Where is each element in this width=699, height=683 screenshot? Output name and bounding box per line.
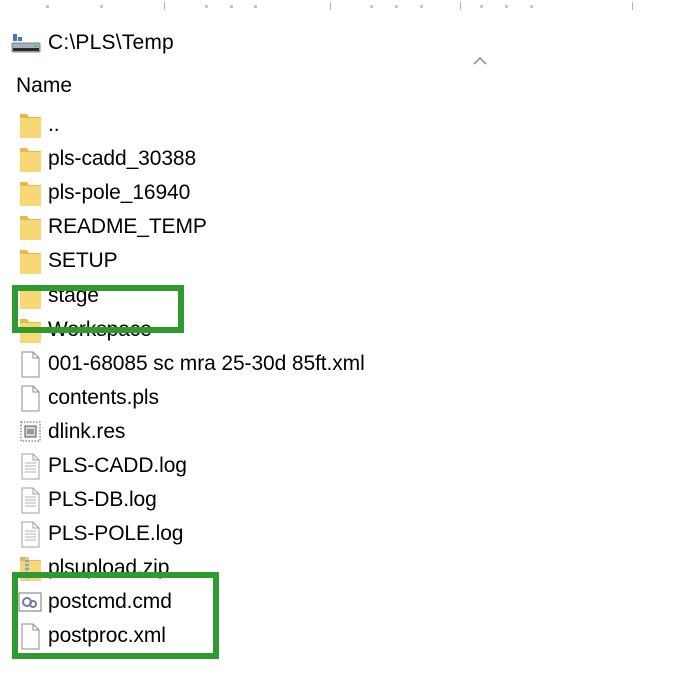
file-list-item[interactable]: PLS-POLE.log xyxy=(16,517,616,551)
item-name: 001-68085 sc mra 25-30d 85ft.xml xyxy=(48,351,365,375)
item-name: PLS-POLE.log xyxy=(48,522,184,546)
highlight-box-stage xyxy=(12,285,184,333)
address-bar[interactable]: C:\PLS\Temp xyxy=(10,26,410,60)
file-list-item[interactable]: 001-68085 sc mra 25-30d 85ft.xml xyxy=(16,347,616,381)
folder-list-item[interactable]: pls-pole_16940 xyxy=(16,176,616,210)
file-list-item[interactable]: PLS-CADD.log xyxy=(16,449,616,483)
item-name: dlink.res xyxy=(48,419,126,443)
blank-file-icon xyxy=(16,349,44,379)
folder-list-item[interactable]: SETUP xyxy=(16,244,616,278)
sort-ascending-icon[interactable] xyxy=(470,54,490,68)
text-file-icon xyxy=(16,451,44,481)
folder-icon xyxy=(16,246,44,276)
drive-icon xyxy=(10,32,42,54)
current-path: C:\PLS\Temp xyxy=(48,31,174,54)
item-name: README_TEMP xyxy=(48,215,207,239)
file-list-item[interactable]: contents.pls xyxy=(16,381,616,415)
file-list-item[interactable]: dlink.res xyxy=(16,415,616,449)
item-name: PLS-DB.log xyxy=(48,488,157,512)
folder-list-item[interactable]: pls-cadd_30388 xyxy=(16,142,616,176)
item-name: SETUP xyxy=(48,249,118,273)
name-column-header[interactable]: Name xyxy=(16,74,72,98)
folder-icon xyxy=(16,110,44,140)
file-list-item[interactable]: PLS-DB.log xyxy=(16,483,616,517)
highlight-box-zip-cmd xyxy=(12,572,219,659)
column-header-strip xyxy=(0,0,699,16)
item-name: PLS-CADD.log xyxy=(48,453,187,477)
text-file-icon xyxy=(16,519,44,549)
folder-list-item[interactable]: README_TEMP xyxy=(16,210,616,244)
resource-file-icon xyxy=(16,417,44,447)
item-name: .. xyxy=(48,113,60,137)
folder-icon xyxy=(16,212,44,242)
folder-icon xyxy=(16,178,44,208)
blank-file-icon xyxy=(16,383,44,413)
item-name: contents.pls xyxy=(48,385,159,409)
folder-list-item[interactable]: .. xyxy=(16,108,616,142)
text-file-icon xyxy=(16,485,44,515)
folder-icon xyxy=(16,144,44,174)
item-name: pls-cadd_30388 xyxy=(48,147,197,171)
item-name: pls-pole_16940 xyxy=(48,181,191,205)
